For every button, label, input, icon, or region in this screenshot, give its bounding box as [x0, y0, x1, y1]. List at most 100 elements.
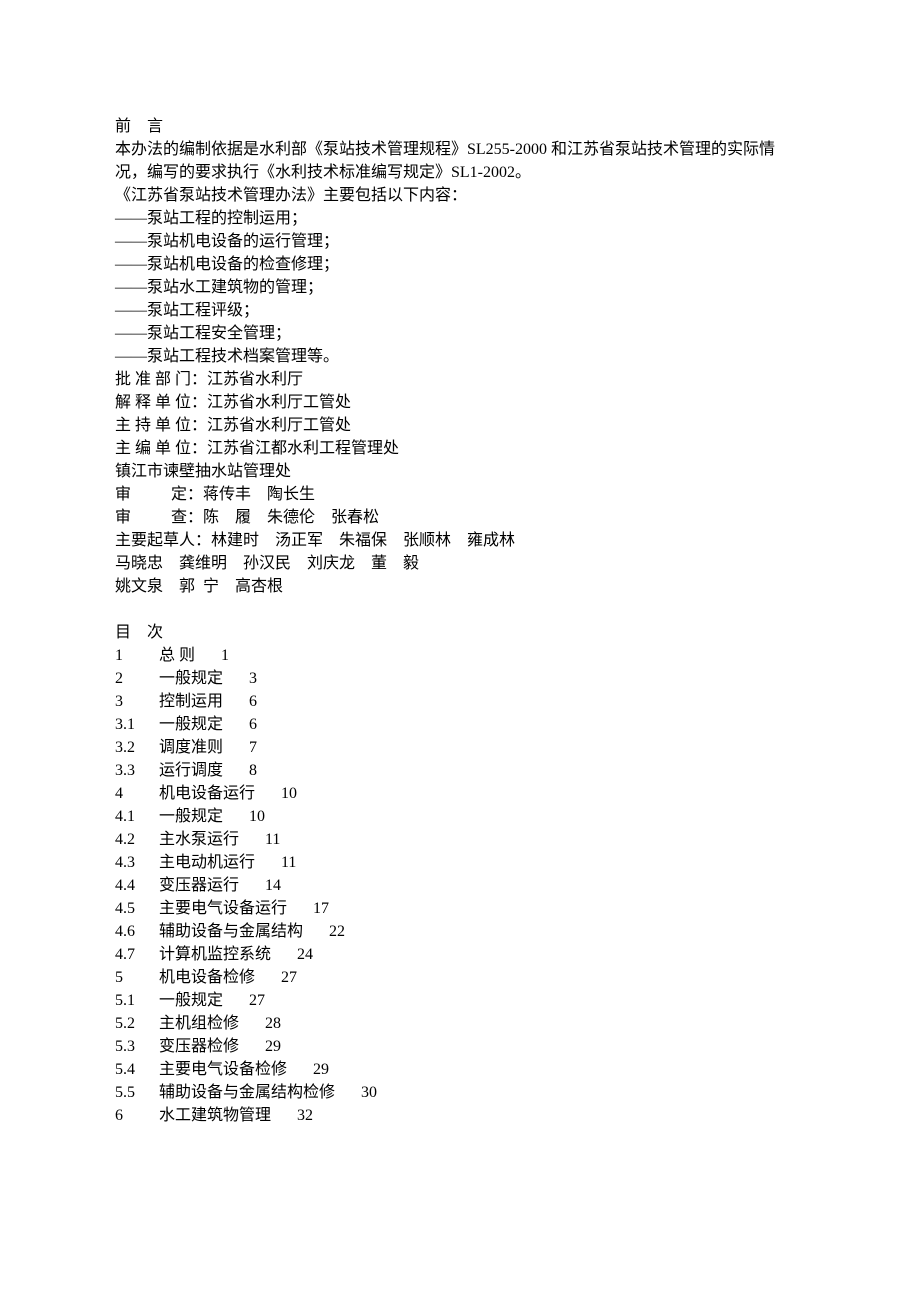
toc-heading: 目 次	[115, 621, 805, 644]
toc-row: 3.2调度准则 7	[115, 736, 805, 759]
toc-row: 4.3主电动机运行 11	[115, 851, 805, 874]
toc-title: 主要电气设备检修	[159, 1058, 287, 1081]
toc-page: 28	[265, 1012, 281, 1035]
toc-page: 22	[329, 920, 345, 943]
toc-title: 计算机监控系统	[159, 943, 271, 966]
toc-number: 3.3	[115, 759, 159, 782]
toc-title: 主要电气设备运行	[159, 897, 287, 920]
toc-number: 5.2	[115, 1012, 159, 1035]
drafters-line: 马晓忠 龚维明 孙汉民 刘庆龙 董 毅	[115, 552, 805, 575]
toc-title: 一般规定	[159, 805, 223, 828]
toc-page: 3	[249, 667, 257, 690]
preface-heading: 前 言	[115, 115, 805, 138]
drafters-line: 姚文泉 郭 宁 高杏根	[115, 575, 805, 598]
toc-row: 6水工建筑物管理 32	[115, 1104, 805, 1127]
toc-row: 5.1一般规定 27	[115, 989, 805, 1012]
toc-title: 控制运用	[159, 690, 223, 713]
toc-page: 29	[265, 1035, 281, 1058]
toc-row: 4.1一般规定 10	[115, 805, 805, 828]
editor-unit: 主 编 单 位：江苏省江都水利工程管理处	[115, 437, 805, 460]
toc-title: 变压器检修	[159, 1035, 239, 1058]
toc-page: 10	[249, 805, 265, 828]
toc-row: 4.7计算机监控系统 24	[115, 943, 805, 966]
toc-page: 27	[249, 989, 265, 1012]
preface-item: ——泵站水工建筑物的管理；	[115, 276, 805, 299]
shencha-line: 审 查：陈 履 朱德伦 张春松	[115, 506, 805, 529]
toc-number: 3.1	[115, 713, 159, 736]
toc-number: 6	[115, 1104, 159, 1127]
shending-line: 审 定：蒋传丰 陶长生	[115, 483, 805, 506]
toc-title: 主水泵运行	[159, 828, 239, 851]
toc-page: 6	[249, 690, 257, 713]
toc-title: 一般规定	[159, 713, 223, 736]
toc-row: 4.6辅助设备与金属结构 22	[115, 920, 805, 943]
preface-item: ——泵站机电设备的运行管理；	[115, 230, 805, 253]
toc-page: 17	[313, 897, 329, 920]
toc-title: 变压器运行	[159, 874, 239, 897]
toc-row: 5.5辅助设备与金属结构检修 30	[115, 1081, 805, 1104]
toc-title: 机电设备运行	[159, 782, 255, 805]
approval-dept: 批 准 部 门：江苏省水利厅	[115, 368, 805, 391]
toc-page: 10	[281, 782, 297, 805]
toc-page: 11	[265, 828, 280, 851]
toc-title: 一般规定	[159, 667, 223, 690]
toc-page: 24	[297, 943, 313, 966]
toc-row: 4.2主水泵运行 11	[115, 828, 805, 851]
preface-item: ——泵站工程评级；	[115, 299, 805, 322]
toc-number: 4.4	[115, 874, 159, 897]
toc-page: 14	[265, 874, 281, 897]
blank-line	[115, 598, 805, 621]
toc-row: 4.4变压器运行 14	[115, 874, 805, 897]
toc-row: 4机电设备运行 10	[115, 782, 805, 805]
toc-row: 3.1一般规定 6	[115, 713, 805, 736]
toc-number: 4	[115, 782, 159, 805]
toc-title: 机电设备检修	[159, 966, 255, 989]
toc-row: 5.2主机组检修 28	[115, 1012, 805, 1035]
toc-row: 2一般规定3	[115, 667, 805, 690]
toc-page: 30	[361, 1081, 377, 1104]
toc-number: 5.5	[115, 1081, 159, 1104]
toc-number: 4.3	[115, 851, 159, 874]
toc-number: 4.2	[115, 828, 159, 851]
preface-para2: 《江苏省泵站技术管理办法》主要包括以下内容：	[115, 184, 805, 207]
toc-row: 3控制运用 6	[115, 690, 805, 713]
toc-page: 27	[281, 966, 297, 989]
toc-row: 1总 则1	[115, 644, 805, 667]
toc-page: 6	[249, 713, 257, 736]
host-unit: 主 持 单 位：江苏省水利厅工管处	[115, 414, 805, 437]
toc-number: 4.7	[115, 943, 159, 966]
preface-item: ——泵站机电设备的检查修理；	[115, 253, 805, 276]
preface-para1: 本办法的编制依据是水利部《泵站技术管理规程》SL255-2000 和江苏省泵站技…	[115, 138, 805, 184]
toc-row: 5机电设备检修 27	[115, 966, 805, 989]
toc-number: 3.2	[115, 736, 159, 759]
toc-number: 3	[115, 690, 159, 713]
toc-number: 4.1	[115, 805, 159, 828]
toc-page: 7	[249, 736, 257, 759]
toc-row: 5.4主要电气设备检修29	[115, 1058, 805, 1081]
drafters-line: 主要起草人：林建时 汤正军 朱福保 张顺林 雍成林	[115, 529, 805, 552]
interpret-unit: 解 释 单 位：江苏省水利厅工管处	[115, 391, 805, 414]
toc-number: 5.3	[115, 1035, 159, 1058]
toc-row: 4.5主要电气设备运行 17	[115, 897, 805, 920]
preface-item: ——泵站工程技术档案管理等。	[115, 345, 805, 368]
toc-title: 调度准则	[159, 736, 223, 759]
preface-item: ——泵站工程的控制运用；	[115, 207, 805, 230]
toc-page: 1	[221, 644, 229, 667]
toc-row: 5.3变压器检修 29	[115, 1035, 805, 1058]
toc-title: 总 则	[159, 644, 195, 667]
toc-title: 辅助设备与金属结构检修	[159, 1081, 335, 1104]
toc-title: 一般规定	[159, 989, 223, 1012]
toc-number: 4.5	[115, 897, 159, 920]
toc-title: 辅助设备与金属结构	[159, 920, 303, 943]
toc-number: 5.1	[115, 989, 159, 1012]
preface-item: ——泵站工程安全管理；	[115, 322, 805, 345]
toc-number: 5	[115, 966, 159, 989]
toc-title: 水工建筑物管理	[159, 1104, 271, 1127]
toc-number: 4.6	[115, 920, 159, 943]
toc-title: 主电动机运行	[159, 851, 255, 874]
toc-title: 运行调度	[159, 759, 223, 782]
toc-page: 32	[297, 1104, 313, 1127]
toc-page: 11	[281, 851, 296, 874]
toc-number: 1	[115, 644, 159, 667]
toc-title: 主机组检修	[159, 1012, 239, 1035]
